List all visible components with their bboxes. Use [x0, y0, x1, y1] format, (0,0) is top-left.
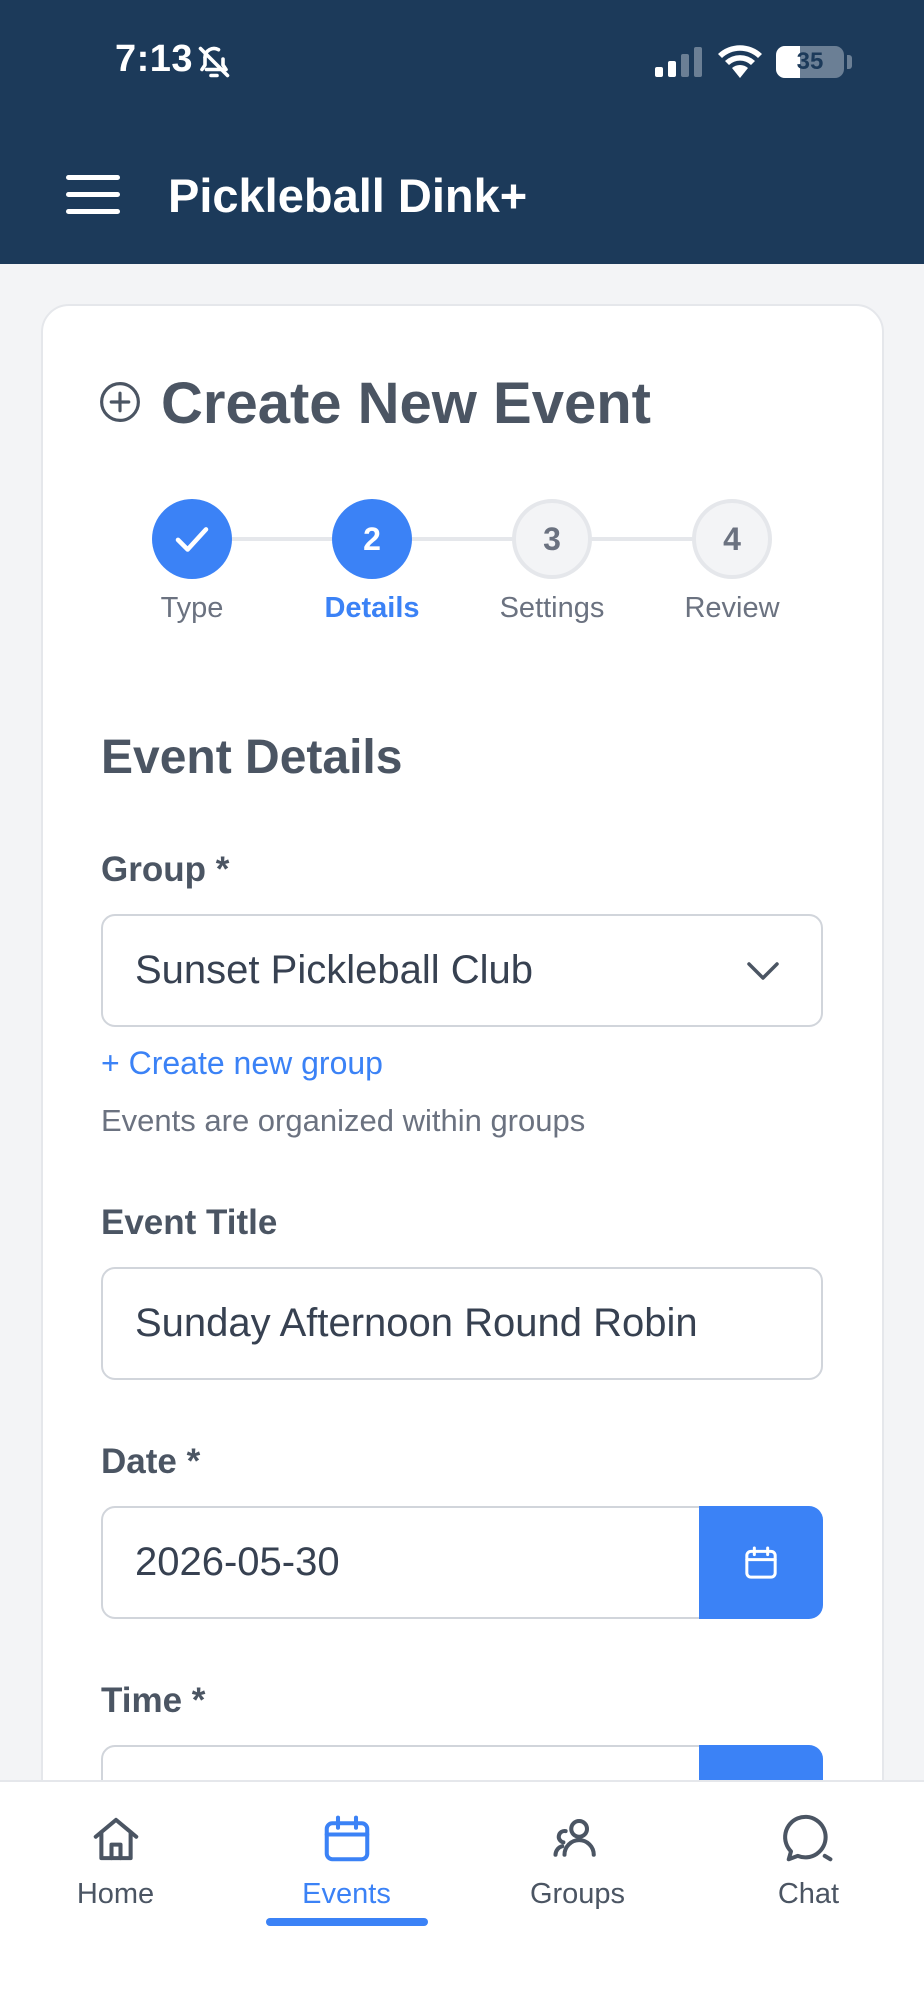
date-picker-button[interactable] [699, 1506, 823, 1619]
status-time: 7:13 [115, 38, 194, 80]
create-group-link[interactable]: + Create new group [101, 1045, 383, 1082]
users-icon [553, 1818, 596, 1857]
step-1-label: Type [160, 592, 224, 624]
bell-off-icon [198, 46, 230, 78]
battery-percent: 35 [796, 48, 824, 75]
nav-chat-label: Chat [777, 1878, 840, 1910]
step-2-circle[interactable]: 2 [332, 499, 412, 579]
date-label: Date * [101, 1442, 201, 1481]
group-helper-text: Events are organized within groups [101, 1103, 586, 1138]
group-label: Group * [101, 850, 230, 889]
nav-home-label: Home [76, 1878, 155, 1910]
home-icon [93, 1817, 139, 1861]
check-icon [175, 527, 209, 552]
group-select[interactable]: Sunset Pickleball Club [101, 914, 823, 1027]
time-label: Time * [101, 1681, 206, 1720]
app-title: Pickleball Dink+ [168, 169, 528, 222]
group-select-value: Sunset Pickleball Club [135, 948, 533, 992]
step-2-label: Details [324, 592, 420, 624]
calendar-icon [324, 1815, 370, 1862]
step-3-circle[interactable]: 3 [512, 499, 592, 579]
plus-circle-icon [100, 382, 140, 422]
section-title: Event Details [101, 731, 403, 784]
menu-bar [66, 192, 120, 197]
stepper-track [192, 537, 732, 541]
nav-chat[interactable]: Chat [693, 1782, 924, 1942]
nav-active-indicator [266, 1918, 428, 1926]
wifi-icon [718, 45, 762, 78]
chat-icon [783, 1814, 833, 1862]
battery-indicator: 35 [776, 46, 844, 78]
date-input[interactable]: 2026-05-30 [101, 1506, 701, 1619]
date-value: 2026-05-30 [135, 1540, 340, 1584]
step-1-circle[interactable] [152, 499, 232, 579]
step-4-circle[interactable]: 4 [692, 499, 772, 579]
event-title-label: Event Title [101, 1203, 278, 1242]
app-header: 7:13 35 Pickleball Dink+ [0, 0, 924, 264]
step-4-label: Review [684, 592, 780, 624]
nav-events-label: Events [302, 1878, 391, 1910]
menu-bar [66, 209, 120, 214]
menu-bar [66, 175, 120, 180]
battery-cap [847, 55, 852, 69]
nav-groups[interactable]: Groups [462, 1782, 693, 1942]
calendar-icon [745, 1546, 777, 1579]
page-title: Create New Event [161, 371, 651, 436]
nav-groups-label: Groups [529, 1878, 626, 1910]
event-title-value: Sunday Afternoon Round Robin [135, 1301, 698, 1345]
signal-icon [655, 47, 702, 77]
chevron-down-icon [747, 962, 779, 980]
step-3-label: Settings [499, 592, 605, 624]
menu-button[interactable] [66, 175, 122, 215]
nav-home[interactable]: Home [0, 1782, 231, 1942]
event-title-input[interactable]: Sunday Afternoon Round Robin [101, 1267, 823, 1380]
bottom-nav: Home Events Groups Chat [0, 1780, 924, 2000]
